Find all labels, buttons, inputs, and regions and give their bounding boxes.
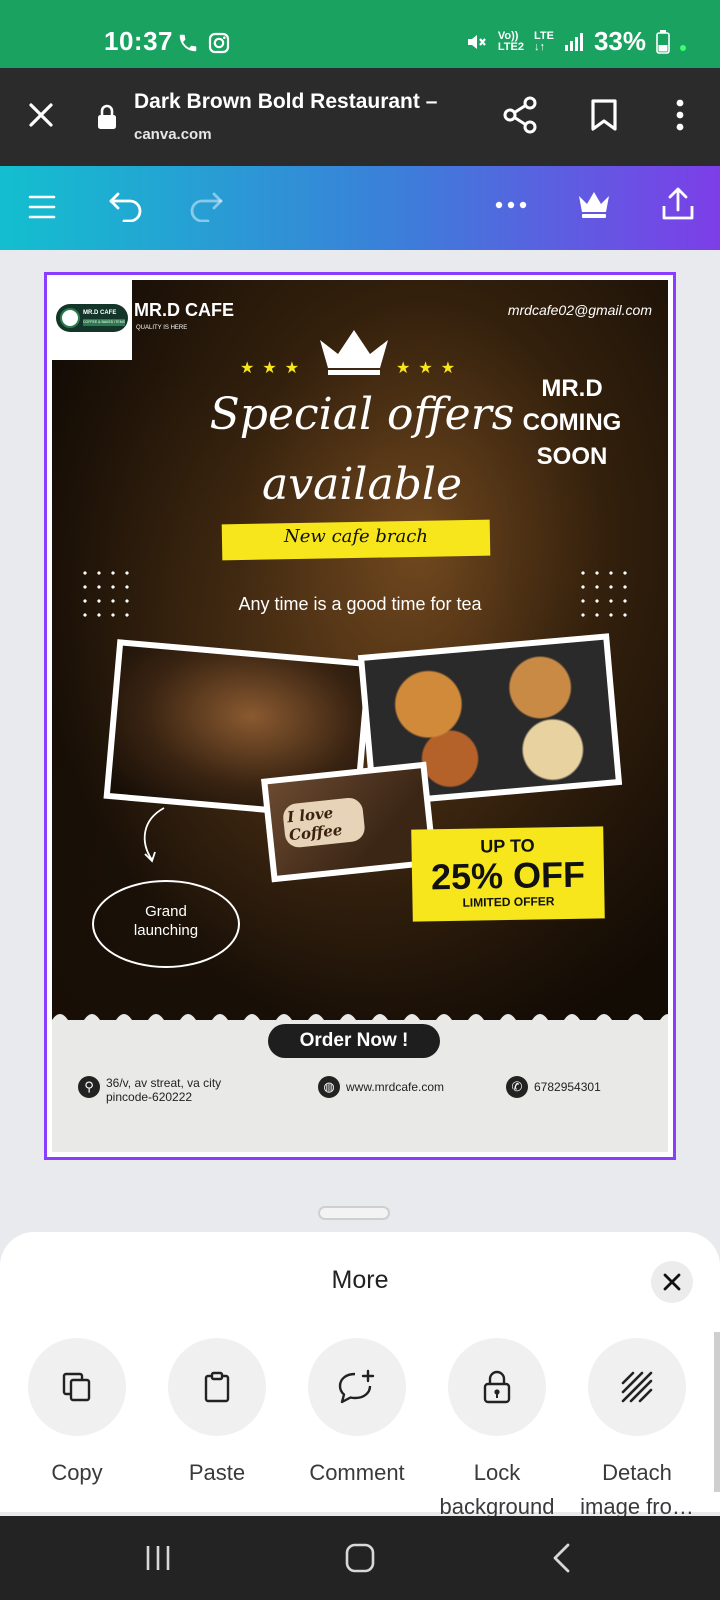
undo-icon[interactable] bbox=[108, 188, 144, 222]
globe-icon: ◍ bbox=[318, 1076, 340, 1098]
volte-indicator: Vo)) LTE2 bbox=[497, 29, 524, 53]
lock-icon[interactable] bbox=[96, 104, 118, 130]
menu-icon[interactable] bbox=[28, 194, 56, 220]
crown-icon[interactable] bbox=[576, 188, 612, 220]
sheet-title: More bbox=[331, 1266, 389, 1294]
special-offers-heading[interactable]: Special offers available bbox=[172, 380, 552, 520]
phone-call-icon bbox=[179, 34, 197, 52]
detach-image-action[interactable]: Detach image fro… bbox=[577, 1338, 697, 1524]
i-love-coffee-photo[interactable]: I love Coffee bbox=[261, 761, 437, 883]
browser-toolbar bbox=[0, 68, 720, 166]
status-right: Vo)) LTE2 LTE ↓↑ 33% bbox=[464, 26, 686, 57]
stars-right-icon: ★★★ bbox=[396, 360, 464, 377]
page-title[interactable]: Dark Brown Bold Restaurant – bbox=[134, 90, 454, 114]
brand-tagline[interactable]: QUALITY IS HERE bbox=[136, 325, 187, 331]
close-tab-icon[interactable] bbox=[26, 100, 56, 130]
phone-item[interactable]: ✆ 6782954301 bbox=[506, 1076, 601, 1098]
crown-graphic-icon[interactable] bbox=[316, 328, 392, 376]
order-now-button[interactable]: Order Now ! bbox=[268, 1024, 440, 1058]
comment-label: Comment bbox=[309, 1460, 405, 1485]
system-nav-bar bbox=[0, 1516, 720, 1600]
page-url[interactable]: canva.com bbox=[134, 126, 212, 143]
tagline-text[interactable]: Any time is a good time for tea bbox=[160, 594, 560, 615]
close-icon bbox=[663, 1273, 681, 1291]
paste-label: Paste bbox=[188, 1460, 246, 1485]
curved-arrow-icon[interactable] bbox=[136, 804, 176, 868]
instagram-icon bbox=[208, 32, 230, 54]
comment-add-icon bbox=[338, 1369, 375, 1404]
redo-icon[interactable] bbox=[188, 188, 224, 222]
phone-icon: ✆ bbox=[506, 1076, 528, 1098]
email-text[interactable]: mrdcafe02@gmail.com bbox=[508, 302, 652, 318]
paste-icon bbox=[204, 1371, 230, 1403]
mute-icon bbox=[467, 34, 486, 49]
design-page[interactable]: MR.D CAFE COFFEE & BAKED ITEMS MR.D CAFE… bbox=[52, 280, 668, 1152]
dot-pattern-right bbox=[576, 566, 632, 626]
stars-left-icon: ★★★ bbox=[240, 360, 308, 377]
logo-name: MR.D CAFE bbox=[83, 310, 117, 316]
upload-share-icon[interactable] bbox=[660, 186, 696, 222]
battery-icon bbox=[656, 29, 670, 54]
offer-percent: 25% OFF bbox=[430, 853, 586, 898]
coffee-text: I love Coffee bbox=[281, 796, 367, 849]
recent-apps-icon[interactable] bbox=[144, 1544, 172, 1572]
dot-pattern-left bbox=[78, 566, 134, 626]
charging-dot bbox=[680, 44, 686, 51]
signal-icon bbox=[564, 32, 583, 51]
share-icon[interactable] bbox=[502, 96, 538, 134]
copy-action[interactable]: Copy bbox=[17, 1338, 137, 1490]
offer-badge[interactable]: UP TO 25% OFF LIMITED OFFER bbox=[411, 826, 605, 922]
home-icon[interactable] bbox=[344, 1542, 376, 1574]
paste-action[interactable]: Paste bbox=[157, 1338, 277, 1490]
detach-label: Detach image fro… bbox=[580, 1460, 694, 1519]
comment-action[interactable]: Comment bbox=[297, 1338, 417, 1490]
copy-label: Copy bbox=[51, 1460, 103, 1485]
copy-icon bbox=[62, 1372, 91, 1402]
band-text[interactable]: New cafe brach bbox=[222, 526, 490, 547]
location-pin-icon: ⚲ bbox=[78, 1076, 100, 1098]
brand-name[interactable]: MR.D CAFE bbox=[134, 300, 234, 321]
sheet-scrollbar[interactable] bbox=[714, 1332, 720, 1492]
bookmark-icon[interactable] bbox=[590, 98, 618, 132]
status-time: 10:37 bbox=[104, 26, 173, 56]
sheet-close-button[interactable] bbox=[651, 1261, 693, 1303]
address-item[interactable]: ⚲ 36/v, av streat, va city pincode-620222 bbox=[78, 1076, 221, 1104]
back-icon[interactable] bbox=[550, 1542, 572, 1574]
detach-image-icon bbox=[621, 1371, 653, 1403]
grand-launching-oval[interactable]: Grand launching bbox=[92, 880, 240, 968]
website-item[interactable]: ◍ www.mrdcafe.com bbox=[318, 1076, 444, 1098]
logo[interactable]: MR.D CAFE COFFEE & BAKED ITEMS bbox=[52, 280, 132, 360]
battery-percent: 33% bbox=[593, 26, 646, 56]
lock-background-action[interactable]: Lock background bbox=[437, 1338, 557, 1524]
status-bar: 10:37 Vo)) LTE2 LTE ↓↑ 33% bbox=[0, 0, 720, 68]
logo-sub: COFFEE & BAKED ITEMS bbox=[83, 319, 126, 326]
lock-icon bbox=[483, 1370, 511, 1404]
lock-label: Lock background bbox=[439, 1460, 555, 1519]
sheet-drag-handle[interactable] bbox=[318, 1206, 390, 1220]
more-horizontal-icon[interactable] bbox=[494, 200, 528, 210]
editor-toolbar bbox=[0, 166, 720, 250]
more-vertical-icon[interactable] bbox=[670, 98, 690, 132]
lte-indicator: LTE ↓↑ bbox=[533, 29, 554, 53]
